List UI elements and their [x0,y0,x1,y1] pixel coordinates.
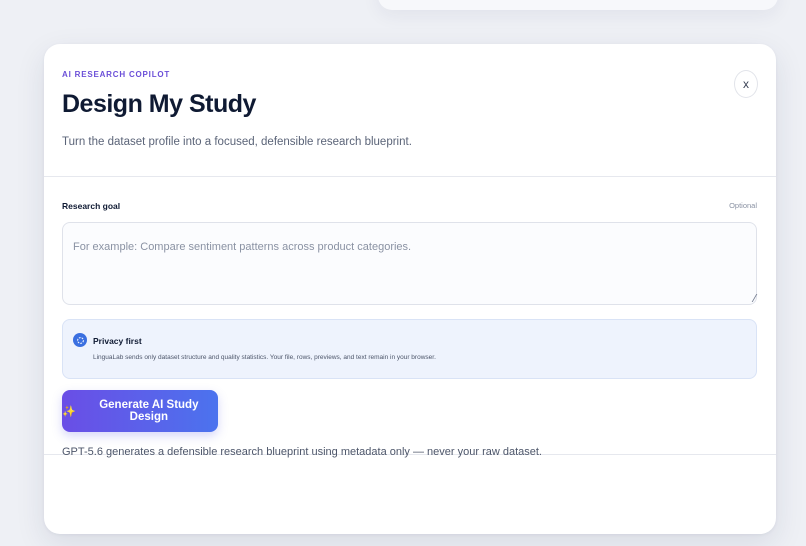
background-card [378,0,778,10]
close-button[interactable]: x [734,70,758,98]
optional-label: Optional [729,201,757,210]
modal-body: Research goal Optional Privacy first Lin… [44,177,776,455]
research-goal-input[interactable] [62,222,757,305]
eyebrow-label: AI RESEARCH COPILOT [62,70,171,79]
generate-study-design-button[interactable]: ✨ Generate AI Study Design [62,390,218,432]
generate-button-label: Generate AI Study Design [99,399,199,423]
modal-subtitle: Turn the dataset profile into a focused,… [62,136,412,148]
privacy-title: Privacy first [93,336,142,346]
privacy-notice: Privacy first LinguaLab sends only datas… [62,319,757,379]
design-study-modal: AI RESEARCH COPILOT Design My Study Turn… [44,44,776,534]
shield-icon [73,333,87,347]
modal-header: AI RESEARCH COPILOT Design My Study Turn… [44,44,776,177]
modal-title: Design My Study [62,90,256,118]
metadata-footer-note: GPT-5.6 generates a defensible research … [62,446,542,458]
research-goal-label: Research goal [62,201,121,211]
close-icon: x [743,77,749,91]
sparkle-icon: ✨ [62,405,76,418]
privacy-text: LinguaLab sends only dataset structure a… [93,354,436,361]
